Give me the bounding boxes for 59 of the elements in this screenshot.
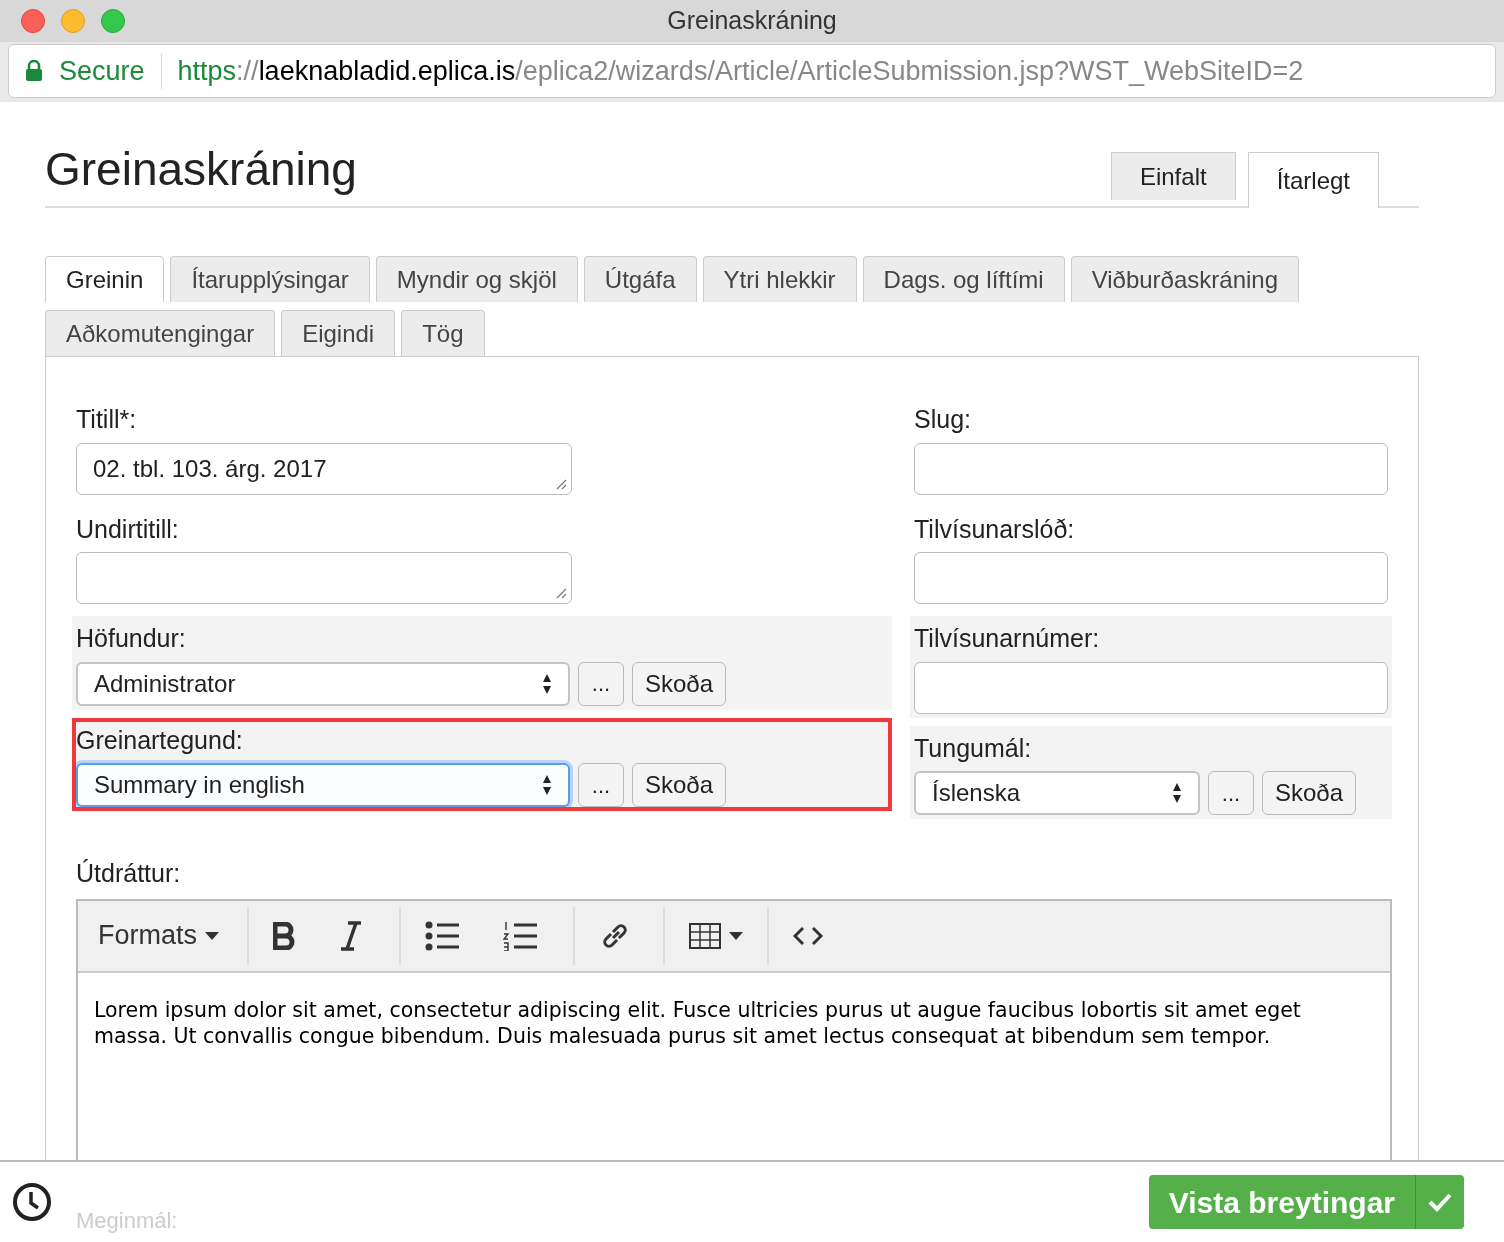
resize-handle-icon (555, 587, 567, 599)
history-clock-icon[interactable] (12, 1182, 52, 1222)
input-field[interactable] (914, 552, 1388, 604)
bullet-list-icon[interactable] (425, 920, 459, 951)
italic-icon[interactable] (339, 920, 363, 951)
tab[interactable]: Myndir og skjöl (375, 256, 578, 302)
tab[interactable]: Ytri hlekkir (702, 256, 857, 302)
field-label: Titill*: (76, 404, 138, 435)
resize-handle-icon (555, 477, 567, 490)
field-label: Höfundur: (76, 623, 187, 654)
up-down-icon (542, 672, 552, 695)
select-field[interactable]: Íslenska (914, 771, 1200, 815)
select-field[interactable]: Summary in english (76, 763, 570, 807)
numbered-list-icon[interactable] (503, 920, 537, 951)
field-label: Greinartegund: (76, 724, 244, 756)
select-field[interactable]: Administrator (76, 661, 570, 706)
page-title: Greinaskráning (45, 146, 357, 197)
input-field[interactable] (914, 442, 1388, 495)
view-button[interactable]: Skoða (1262, 771, 1357, 815)
field-label: Tilvísunarslóð: (914, 513, 1076, 545)
address-bar[interactable]: Secure https://laeknabladid.eplica.is/eplica2/wizards/Article/ArticleSubmission.jsp?WST_WebSiteID=2 (8, 44, 1496, 98)
tab[interactable]: Eigindi (281, 310, 396, 356)
url-text: https://laeknabladid.eplica.is/eplica2/wizards/Article/ArticleSubmission.jsp?WST_WebSiteID=2 (177, 54, 1304, 88)
field-label: Tilvísunarnúmer: (914, 623, 1101, 654)
text-area[interactable]: 02. tbl. 103. árg. 2017 (76, 442, 572, 495)
mode-tab[interactable]: Einfalt (1110, 152, 1236, 200)
up-down-icon (1172, 782, 1182, 804)
table-icon (689, 922, 721, 949)
more-button[interactable]: ... (578, 763, 624, 807)
table-dropdown[interactable] (689, 922, 743, 949)
formats-dropdown[interactable]: Formats (78, 915, 239, 956)
field-label: Slug: (914, 404, 972, 435)
caret-icon (205, 931, 219, 940)
tab[interactable]: Dags. og líftími (862, 256, 1065, 302)
up-down-icon (542, 774, 552, 796)
secure-label: Secure (59, 54, 145, 88)
source-code-icon[interactable] (793, 925, 823, 946)
tab[interactable]: Ítarupplýsingar (170, 256, 370, 302)
window-title: Greinaskráning (667, 5, 837, 37)
more-button[interactable]: ... (578, 661, 624, 706)
view-button[interactable]: Skoða (632, 661, 727, 706)
check-icon (1428, 1192, 1452, 1212)
lock-icon (25, 60, 43, 82)
tab[interactable]: Aðkomutengingar (45, 310, 276, 356)
close-window-button[interactable] (21, 9, 45, 33)
caret-icon (729, 931, 743, 940)
more-button[interactable]: ... (1208, 771, 1254, 815)
bold-icon[interactable] (273, 921, 295, 950)
editor-text: Lorem ipsum dolor sit amet, consectetur adipiscing elit. Fusce ultricies purus ut augue faucibus lobortis sit amet eget massa. Ut convallis congue bibendum. Duis malesuada purus sit amet lectus consequat at bibendum sem tempor. (93, 996, 1302, 1049)
input-field[interactable] (914, 661, 1388, 714)
tab[interactable]: Greinin (45, 256, 165, 302)
field-label: Útdráttur: (76, 858, 182, 889)
field-label: Tungumál: (914, 732, 1033, 764)
tab[interactable]: Viðburðaskráning (1070, 256, 1300, 302)
view-button[interactable]: Skoða (632, 763, 727, 807)
field-label: Undirtitill: (76, 513, 180, 545)
tab[interactable]: Útgáfa (583, 256, 697, 302)
tab[interactable]: Tög (401, 310, 485, 356)
mode-tab[interactable]: Ítarlegt (1247, 152, 1379, 208)
